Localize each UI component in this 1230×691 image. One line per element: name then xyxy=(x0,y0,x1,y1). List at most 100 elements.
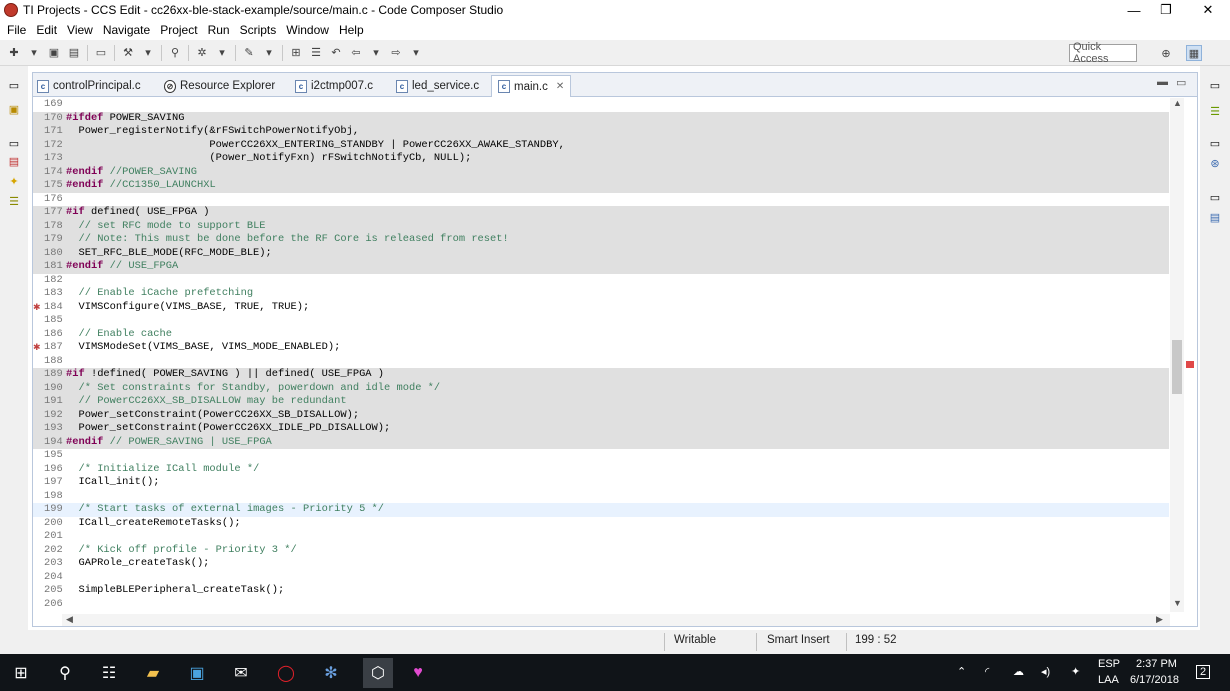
language-region[interactable]: LAA xyxy=(1098,674,1119,686)
problems-icon[interactable]: ☰ xyxy=(7,194,21,208)
scroll-up-icon[interactable]: ▲ xyxy=(1173,98,1182,108)
menu-file[interactable]: File xyxy=(2,23,31,37)
project-explorer-icon[interactable]: ▣ xyxy=(7,102,21,116)
code-line[interactable]: 199 /* Start tasks of external images - … xyxy=(33,503,1169,517)
debug-bug-icon[interactable]: ✲ xyxy=(194,45,210,61)
menu-navigate[interactable]: Navigate xyxy=(98,23,155,37)
code-line[interactable]: 177 #if defined( USE_FPGA ) xyxy=(33,206,1169,220)
wand-icon[interactable]: ✎ xyxy=(241,45,257,61)
code-line[interactable]: ✱ 184 VIMSConfigure(VIMS_BASE, TRUE, TRUE… xyxy=(33,301,1169,315)
dropdown-icon[interactable]: ▾ xyxy=(214,45,230,61)
vertical-scroll-thumb[interactable] xyxy=(1172,340,1182,394)
save-all-icon[interactable]: ▤ xyxy=(66,45,82,61)
dropdown-icon[interactable]: ▾ xyxy=(26,45,42,61)
wifi-icon[interactable]: ◜ xyxy=(985,665,989,678)
onedrive-icon[interactable]: ☁ xyxy=(1013,665,1024,678)
code-line[interactable]: 189 #if !defined( POWER_SAVING ) || defin… xyxy=(33,368,1169,382)
new-icon[interactable]: ✚ xyxy=(6,45,22,61)
code-line[interactable]: 194 #endif // POWER_SAVING | USE_FPGA xyxy=(33,435,1169,449)
clock-time[interactable]: 2:37 PM xyxy=(1136,658,1177,670)
quick-access-field[interactable]: Quick Access xyxy=(1069,41,1137,65)
code-line[interactable]: 169 xyxy=(33,98,1169,112)
code-line[interactable]: 198 xyxy=(33,490,1169,504)
lightbulb-icon[interactable]: ✦ xyxy=(7,174,21,188)
code-line[interactable]: 174 #endif //POWER_SAVING xyxy=(33,165,1169,179)
tab-controlprincipal[interactable]: c controlPrincipal.c xyxy=(37,75,141,97)
code-line[interactable]: 200 ICall_createRemoteTasks(); xyxy=(33,517,1169,531)
paint-icon[interactable]: ♥ xyxy=(407,662,429,684)
code-line[interactable]: 171 Power_registerNotify(&rFSwitchPowerN… xyxy=(33,125,1169,139)
forward-arrow-icon[interactable]: ⇨ xyxy=(388,45,404,61)
connect-icon[interactable]: ⊛ xyxy=(1208,156,1222,170)
opera-browser-icon[interactable]: ◯ xyxy=(275,662,297,684)
code-line[interactable]: 190 /* Set constraints for Standby, powe… xyxy=(33,381,1169,395)
save-icon[interactable]: ▣ xyxy=(46,45,62,61)
outline-icon[interactable]: ☰ xyxy=(308,45,324,61)
menu-edit[interactable]: Edit xyxy=(31,23,62,37)
notifications-icon[interactable]: 2 xyxy=(1196,665,1211,679)
code-line[interactable]: 204 xyxy=(33,571,1169,585)
dropdown-icon[interactable]: ▾ xyxy=(368,45,384,61)
menu-run[interactable]: Run xyxy=(203,23,235,37)
build-hammer-icon[interactable]: ⚒ xyxy=(120,45,136,61)
code-line[interactable]: 205 SimpleBLEPeripheral_createTask(); xyxy=(33,584,1169,598)
ccs-taskbar-icon[interactable]: ⬡ xyxy=(363,658,393,688)
scroll-down-icon[interactable]: ▼ xyxy=(1173,598,1182,608)
code-line[interactable]: 183 // Enable iCache prefetching xyxy=(33,287,1169,301)
close-tab-icon[interactable]: ✕ xyxy=(556,81,564,92)
restore-icon[interactable]: ▭ xyxy=(7,78,21,92)
dropdown-icon[interactable]: ▾ xyxy=(261,45,277,61)
menu-project[interactable]: Project xyxy=(155,23,202,37)
code-line[interactable]: 197 ICall_init(); xyxy=(33,476,1169,490)
show-hidden-icons-icon[interactable]: ⌃ xyxy=(957,665,966,678)
last-edit-icon[interactable]: ↶ xyxy=(328,45,344,61)
error-marker-icon[interactable] xyxy=(1186,361,1194,368)
close-window-button[interactable]: ✕ xyxy=(1185,0,1230,20)
code-line[interactable]: 188 xyxy=(33,355,1169,369)
menu-scripts[interactable]: Scripts xyxy=(235,23,282,37)
search-icon[interactable]: ⚲ xyxy=(54,662,76,684)
task-view-icon[interactable]: ☷ xyxy=(98,662,120,684)
horizontal-scrollbar[interactable]: ◀ ▶ xyxy=(62,614,1170,626)
code-editor[interactable]: 169 170 #ifdef POWER_SAVING 171 Power_regis… xyxy=(33,98,1169,612)
dropbox-icon[interactable]: ✦ xyxy=(1071,665,1080,678)
code-line[interactable]: 173 (Power_NotifyFxn) rFSwitchNotifyCb, … xyxy=(33,152,1169,166)
open-perspective-icon[interactable]: ⊕ xyxy=(1158,45,1174,61)
back-arrow-icon[interactable]: ⇦ xyxy=(348,45,364,61)
code-line[interactable]: 180 SET_RFC_BLE_MODE(RFC_MODE_BLE); xyxy=(33,246,1169,260)
code-line[interactable]: 206 xyxy=(33,598,1169,612)
tab-led-service[interactable]: c led_service.c xyxy=(396,75,479,97)
menu-view[interactable]: View xyxy=(62,23,98,37)
restore-icon[interactable]: ▭ xyxy=(1208,136,1222,150)
code-line[interactable]: 191 // PowerCC26XX_SB_DISALLOW may be re… xyxy=(33,395,1169,409)
code-line[interactable]: 192 Power_setConstraint(PowerCC26XX_SB_D… xyxy=(33,408,1169,422)
scroll-left-icon[interactable]: ◀ xyxy=(66,614,73,625)
scroll-right-icon[interactable]: ▶ xyxy=(1156,614,1163,625)
restore-icon[interactable]: ▭ xyxy=(1208,190,1222,204)
restore-icon[interactable]: ▭ xyxy=(7,136,21,150)
code-line[interactable]: 186 // Enable cache xyxy=(33,328,1169,342)
menu-help[interactable]: Help xyxy=(334,23,369,37)
code-line[interactable]: ✱ 187 VIMSModeSet(VIMS_BASE, VIMS_MODE_EN… xyxy=(33,341,1169,355)
mail-icon[interactable]: ✉ xyxy=(230,662,252,684)
code-line[interactable]: 201 xyxy=(33,530,1169,544)
tab-resource-explorer[interactable]: ⊘ Resource Explorer xyxy=(164,75,275,97)
code-line[interactable]: 170 #ifdef POWER_SAVING xyxy=(33,111,1169,125)
minimize-view-icon[interactable]: ▬ xyxy=(1157,76,1168,88)
code-line[interactable]: 202 /* Kick off profile - Priority 3 */ xyxy=(33,544,1169,558)
debug-icon[interactable]: ⚲ xyxy=(167,45,183,61)
code-line[interactable]: 181 #endif // USE_FPGA xyxy=(33,260,1169,274)
registers-icon[interactable]: ▤ xyxy=(7,154,21,168)
outline-view-icon[interactable]: ☰ xyxy=(1208,104,1222,118)
maximize-view-icon[interactable]: ▭ xyxy=(1176,76,1186,89)
app-window-icon[interactable]: ▣ xyxy=(186,662,208,684)
code-line[interactable]: 196 /* Initialize ICall module */ xyxy=(33,463,1169,477)
code-line[interactable]: 172 PowerCC26XX_ENTERING_STANDBY | Power… xyxy=(33,138,1169,152)
windows-start-icon[interactable]: ⊞ xyxy=(10,662,32,684)
code-line[interactable]: 182 xyxy=(33,274,1169,288)
dropdown-icon[interactable]: ▾ xyxy=(140,45,156,61)
warning-marker-icon[interactable]: ✱ xyxy=(33,342,44,353)
code-line[interactable]: 179 // Note: This must be done before th… xyxy=(33,233,1169,247)
tab-main[interactable]: c main.c ✕ xyxy=(491,75,572,97)
menu-window[interactable]: Window xyxy=(281,23,334,37)
